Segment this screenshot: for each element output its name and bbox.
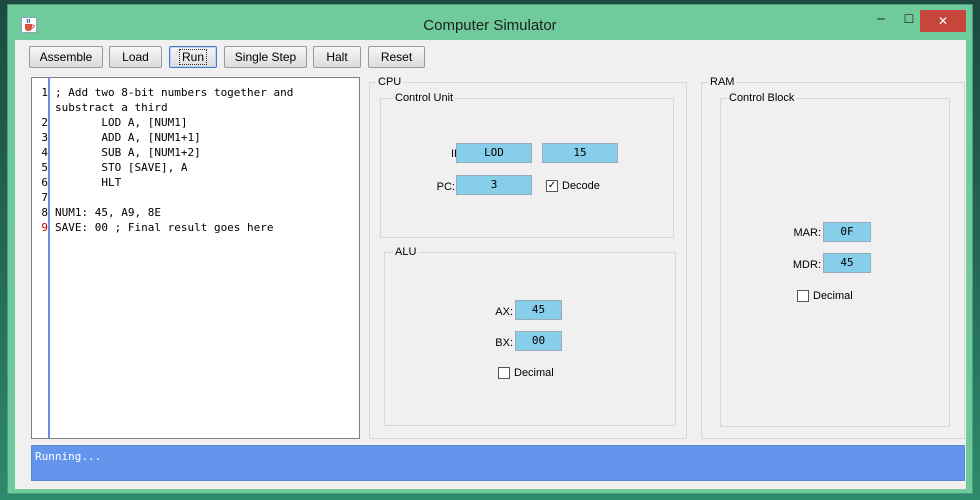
code-line[interactable]: LOD A, [NUM1] [55,116,187,129]
ir-opcode-register: LOD [456,143,532,163]
bx-register: 00 [515,331,562,351]
pc-label: PC: [436,181,455,193]
control-block-panel: Control Block MAR: 0F MDR: 45 Decimal [720,92,950,427]
code-line[interactable]: substract a third [55,101,168,114]
control-block-title: Control Block [727,92,797,104]
decode-checkbox[interactable]: ✓ [546,180,558,192]
line-number: 4 [41,146,48,159]
client-area: Assemble Load Run Single Step Halt Reset… [15,40,966,489]
code-line[interactable]: SAVE: 00 ; Final result goes here [55,221,274,234]
mar-label: MAR: [793,227,822,239]
control-unit-panel: Control Unit IR: LOD 15 PC: 3 ✓ Decode [380,92,674,238]
ram-decimal-label[interactable]: Decimal [813,290,853,302]
reset-button[interactable]: Reset [368,46,425,68]
ram-panel: RAM Control Block MAR: 0F MDR: 45 Decima… [701,76,965,439]
status-text: Running... [35,450,102,463]
run-button-label: Run [178,49,208,65]
ir-operand-register: 15 [542,143,618,163]
line-number: 2 [41,116,48,129]
load-button[interactable]: Load [109,46,162,68]
code-line[interactable]: NUM1: 45, A9, 8E [55,206,161,219]
single-step-button[interactable]: Single Step [224,46,307,68]
line-number-gutter: 1 2 3 4 5 6 7 8 9 [32,78,50,438]
alu-decimal-checkbox[interactable] [498,367,510,379]
close-button[interactable]: ✕ [920,10,966,32]
code-line[interactable]: ; Add two 8-bit numbers together and [55,86,293,99]
line-number: 5 [41,161,48,174]
toolbar: Assemble Load Run Single Step Halt Reset [15,40,966,76]
current-line-number: 9 [41,221,48,234]
minimize-button[interactable]: ─ [868,9,894,29]
code-editor[interactable]: 1 2 3 4 5 6 7 8 9 ; Add two 8-bit number… [31,77,360,439]
ram-decimal-checkbox[interactable] [797,290,809,302]
mdr-register: 45 [823,253,871,273]
cpu-panel: CPU Control Unit IR: LOD 15 PC: 3 ✓ Deco… [369,76,687,439]
decode-label[interactable]: Decode [562,180,600,192]
assemble-button[interactable]: Assemble [29,46,103,68]
code-line[interactable]: STO [SAVE], A [55,161,187,174]
line-number: 6 [41,176,48,189]
app-window: Computer Simulator ─ ☐ ✕ Assemble Load R… [7,4,973,494]
halt-button[interactable]: Halt [313,46,361,68]
ax-label: AX: [495,306,513,318]
alu-decimal-label[interactable]: Decimal [514,367,554,379]
assemble-button-label: Assemble [39,50,93,64]
single-step-button-label: Single Step [234,50,297,64]
line-number: 7 [41,191,48,204]
title-bar[interactable]: Computer Simulator ─ ☐ ✕ [8,5,972,34]
ax-register: 45 [515,300,562,320]
halt-button-label: Halt [326,50,348,64]
control-unit-title: Control Unit [393,92,456,104]
maximize-button[interactable]: ☐ [896,9,922,29]
line-number: 8 [41,206,48,219]
window-title: Computer Simulator [423,17,557,34]
code-line[interactable]: ADD A, [NUM1+1] [55,131,200,144]
alu-title: ALU [393,246,419,258]
code-line[interactable]: HLT [55,176,121,189]
mar-register: 0F [823,222,871,242]
status-bar: Running... [31,445,965,481]
pc-register: 3 [456,175,532,195]
code-line[interactable]: SUB A, [NUM1+2] [55,146,200,159]
load-button-label: Load [122,50,149,64]
reset-button-label: Reset [380,50,413,64]
bx-label: BX: [495,337,513,349]
alu-panel: ALU AX: 45 BX: 00 Decimal [384,246,676,426]
run-button[interactable]: Run [169,46,217,68]
line-number: 1 [41,86,48,99]
mdr-label: MDR: [792,259,821,271]
ram-panel-title: RAM [708,76,737,88]
cpu-panel-title: CPU [376,76,404,88]
line-number: 3 [41,131,48,144]
